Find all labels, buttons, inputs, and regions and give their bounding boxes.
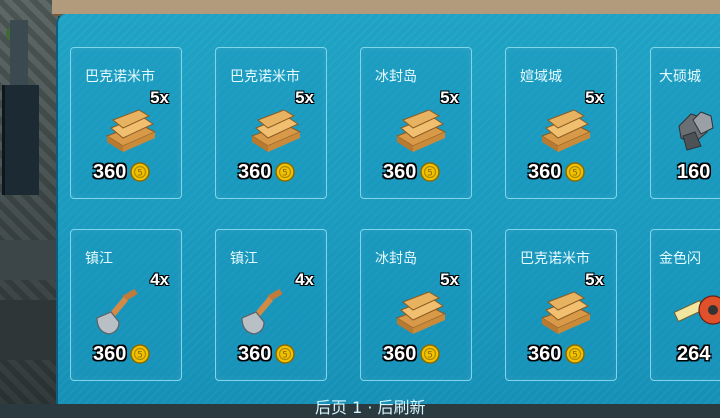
city-name: 巴克诺米市 xyxy=(85,69,155,85)
price-row: 360 5 xyxy=(383,341,441,367)
offer-card[interactable]: 冰封岛 5x 360 5 xyxy=(360,47,472,199)
shovel-icon xyxy=(241,288,283,335)
shovel-icon xyxy=(96,288,138,335)
price-value: 160 xyxy=(677,160,711,183)
price-row: 360 5 xyxy=(528,341,586,367)
offer-card[interactable]: 巴克诺米市 5x 360 5 xyxy=(505,229,617,381)
price-row: 360 5 xyxy=(238,159,296,185)
quantity-label: 5x xyxy=(585,270,604,289)
svg-text:5: 5 xyxy=(138,351,144,361)
measuring-tape-icon xyxy=(673,295,720,325)
coin-icon: 5 xyxy=(130,162,151,182)
wood-planks-icon xyxy=(395,291,447,334)
quantity-label: 5x xyxy=(585,88,604,107)
road-decoration xyxy=(0,300,58,360)
price-value: 360 xyxy=(383,160,417,183)
price-row: 360 5 xyxy=(528,159,586,185)
city-name: 镇江 xyxy=(85,251,113,267)
price-row: 360 5 xyxy=(93,159,151,185)
city-background xyxy=(0,0,58,404)
coin-icon: 5 xyxy=(420,344,441,364)
tower-decoration xyxy=(2,85,39,195)
svg-text:5: 5 xyxy=(428,169,434,179)
city-name: 冰封岛 xyxy=(375,69,417,85)
price-row: 160 xyxy=(677,159,710,185)
building-decoration xyxy=(10,20,28,90)
price-row: 360 5 xyxy=(238,341,296,367)
wood-planks-icon xyxy=(395,109,447,152)
coin-icon: 5 xyxy=(420,162,441,182)
svg-text:5: 5 xyxy=(283,169,289,179)
coin-icon: 5 xyxy=(130,344,151,364)
city-name: 媗域城 xyxy=(520,69,562,85)
svg-text:5: 5 xyxy=(428,351,434,361)
price-value: 360 xyxy=(528,160,562,183)
price-value: 360 xyxy=(93,342,127,365)
offer-card[interactable]: 冰封岛 5x 360 5 xyxy=(360,229,472,381)
svg-text:5: 5 xyxy=(138,169,144,179)
city-name: 镇江 xyxy=(230,251,258,267)
wood-planks-icon xyxy=(250,109,302,152)
city-name: 巴克诺米市 xyxy=(520,251,590,267)
price-row: 360 5 xyxy=(93,341,151,367)
coin-icon: 5 xyxy=(565,344,586,364)
price-value: 264 xyxy=(677,342,711,365)
coin-icon: 5 xyxy=(275,344,296,364)
price-value: 360 xyxy=(383,342,417,365)
price-value: 360 xyxy=(93,160,127,183)
quantity-label: 5x xyxy=(295,88,314,107)
coin-icon: 5 xyxy=(565,162,586,182)
offer-card[interactable]: 镇江 4x 360 5 xyxy=(215,229,327,381)
quantity-label: 5x xyxy=(150,88,169,107)
svg-text:5: 5 xyxy=(573,169,579,179)
city-name: 大硕城 xyxy=(659,69,701,85)
offer-card[interactable]: 大硕城 160 xyxy=(650,47,720,199)
refresh-hint: 后页 1 · 后刷新 xyxy=(315,398,426,417)
price-value: 360 xyxy=(528,342,562,365)
price-value: 360 xyxy=(238,342,272,365)
city-name: 金色闪 xyxy=(659,251,701,267)
quantity-label: 5x xyxy=(440,88,459,107)
price-value: 360 xyxy=(238,160,272,183)
wood-planks-icon xyxy=(105,109,157,152)
offer-card[interactable]: 巴克诺米市 5x 360 5 xyxy=(70,47,182,199)
svg-text:5: 5 xyxy=(573,351,579,361)
offer-card[interactable]: 媗域城 5x 360 5 xyxy=(505,47,617,199)
wood-planks-icon xyxy=(540,291,592,334)
svg-text:5: 5 xyxy=(283,351,289,361)
offer-card[interactable]: 镇江 4x 360 5 xyxy=(70,229,182,381)
price-row: 264 xyxy=(677,341,710,367)
price-row: 360 5 xyxy=(383,159,441,185)
city-name: 冰封岛 xyxy=(375,251,417,267)
quantity-label: 4x xyxy=(295,270,314,289)
wood-planks-icon xyxy=(540,109,592,152)
quantity-label: 5x xyxy=(440,270,459,289)
metal-ore-icon xyxy=(678,111,714,151)
city-name: 巴克诺米市 xyxy=(230,69,300,85)
offer-card[interactable]: 金色闪 264 xyxy=(650,229,720,381)
quantity-label: 4x xyxy=(150,270,169,289)
trade-offers-panel: 巴克诺米市 5x 360 5 巴克诺米市 5x 360 5 冰封岛 5x 360… xyxy=(56,14,720,404)
offer-card[interactable]: 巴克诺米市 5x 360 5 xyxy=(215,47,327,199)
road-decoration xyxy=(0,240,58,280)
coin-icon: 5 xyxy=(275,162,296,182)
